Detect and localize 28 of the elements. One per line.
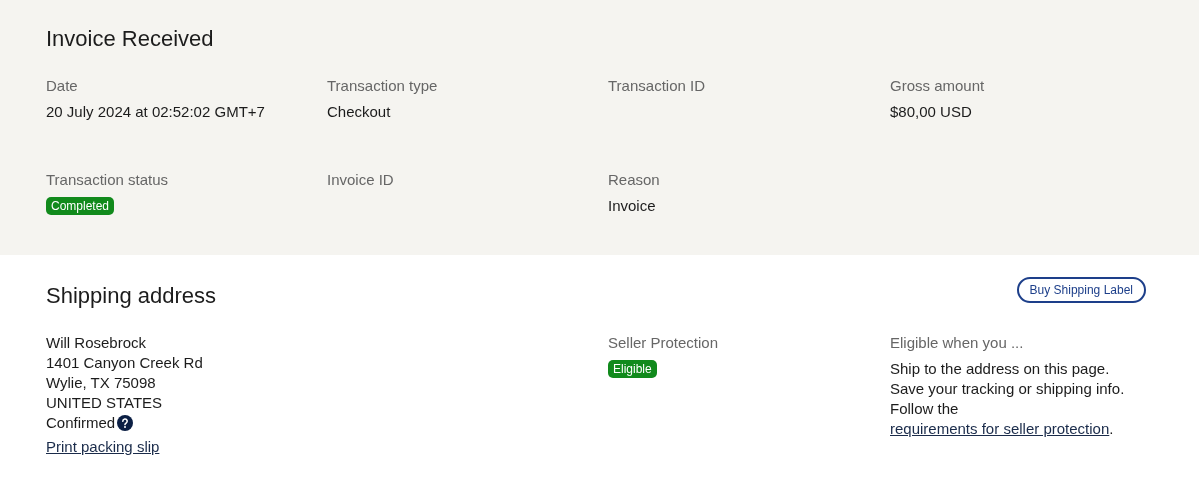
- confirmed-status: Confirmed: [46, 413, 116, 433]
- field-label: Invoice ID: [327, 170, 394, 190]
- field-value: Checkout: [327, 102, 391, 122]
- status-badge: Completed: [46, 197, 115, 215]
- field-value: Invoice: [608, 196, 656, 216]
- field-value: $80,00 USD: [890, 102, 972, 122]
- address-line: 1401 Canyon Creek Rd: [46, 353, 203, 373]
- field-label: Transaction status: [46, 170, 168, 190]
- section-title: Shipping address: [46, 283, 216, 309]
- section-title: Invoice Received: [46, 26, 215, 52]
- field-label: Gross amount: [890, 76, 985, 96]
- field-label: Transaction type: [327, 76, 438, 96]
- print-packing-slip-link[interactable]: Print packing slip: [46, 437, 160, 457]
- field-label: Seller Protection: [608, 333, 719, 353]
- field-label: Date: [46, 76, 78, 96]
- field-label: Eligible when you ...: [890, 333, 1024, 353]
- field-label: Transaction ID: [608, 76, 705, 96]
- buy-shipping-label-button[interactable]: Buy Shipping Label: [1016, 277, 1146, 303]
- help-icon[interactable]: [117, 415, 134, 431]
- instruction-text: Follow the requirements for seller protection.: [890, 399, 1115, 439]
- instruction-text: Ship to the address on this page.: [890, 359, 1110, 379]
- address-line: UNITED STATES: [46, 393, 163, 413]
- instruction-text: Save your tracking or shipping info.: [890, 379, 1125, 399]
- field-label: Reason: [608, 170, 660, 190]
- address-line: Wylie, TX 75098: [46, 373, 156, 393]
- field-value: 20 July 2024 at 02:52:02 GMT+7: [46, 102, 265, 122]
- eligible-badge: Eligible: [608, 360, 657, 378]
- address-line: Will Rosebrock: [46, 333, 147, 353]
